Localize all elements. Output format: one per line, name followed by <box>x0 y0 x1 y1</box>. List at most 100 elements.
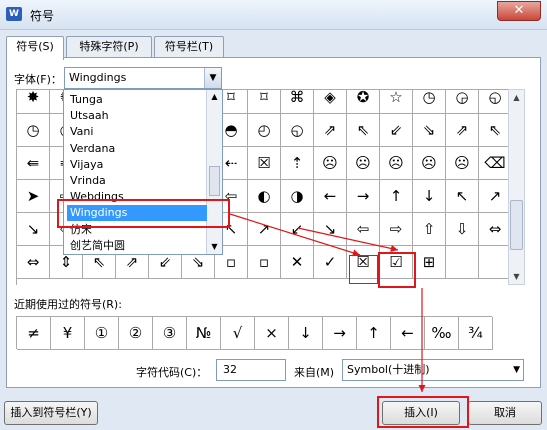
symbol-cell[interactable]: ↘ <box>314 213 347 246</box>
recent-symbol-cell[interactable]: ¾ <box>459 317 493 350</box>
symbol-grid-scrollbar[interactable]: ▲ ▼ <box>508 89 525 285</box>
recent-symbol-cell[interactable]: ③ <box>153 317 187 350</box>
symbol-cell[interactable]: ↑ <box>380 180 413 213</box>
symbol-cell[interactable]: ⇔ <box>17 246 50 279</box>
symbol-cell[interactable]: ↗ <box>479 180 508 213</box>
symbol-cell[interactable]: ⇗ <box>314 114 347 147</box>
symbol-cell[interactable]: ☹ <box>314 147 347 180</box>
symbol-cell[interactable]: ⇘ <box>413 114 446 147</box>
symbol-cell[interactable]: ◷ <box>17 114 50 147</box>
scrollbar-thumb[interactable] <box>510 200 523 250</box>
symbol-cell[interactable]: ↓ <box>413 180 446 213</box>
symbol-cell[interactable]: ✕ <box>281 246 314 279</box>
symbol-cell[interactable]: ☹ <box>446 147 479 180</box>
symbol-cell[interactable]: ◑ <box>281 180 314 213</box>
symbol-cell[interactable]: ⌑ <box>248 90 281 114</box>
scroll-down-arrow-icon[interactable]: ▼ <box>207 240 222 254</box>
close-icon[interactable]: ✕ <box>497 1 541 21</box>
symbol-cell[interactable]: ⌫ <box>479 147 508 180</box>
recent-symbol-cell[interactable]: √ <box>221 317 255 350</box>
font-list-item[interactable]: Vrinda <box>67 173 207 189</box>
tab-special-chars[interactable]: 特殊字符(P) <box>66 36 152 58</box>
symbol-cell[interactable]: ◵ <box>281 114 314 147</box>
symbol-cell[interactable]: ◐ <box>248 180 281 213</box>
symbol-cell[interactable]: ◴ <box>248 114 281 147</box>
symbol-cell[interactable]: ↗ <box>248 213 281 246</box>
font-list-item[interactable]: Tunga <box>67 92 207 108</box>
recent-symbol-cell[interactable]: × <box>255 317 289 350</box>
font-list-item[interactable]: Utsaah <box>67 108 207 124</box>
recent-symbol-cell[interactable]: ↓ <box>289 317 323 350</box>
font-select[interactable]: Wingdings ▼ <box>64 67 222 89</box>
chevron-down-icon[interactable]: ▼ <box>513 360 520 380</box>
font-label: 字体(F)： <box>14 73 62 86</box>
symbol-cell[interactable]: ◶ <box>446 90 479 114</box>
symbol-cell[interactable]: ⇖ <box>479 114 508 147</box>
symbol-cell[interactable]: ✸ <box>17 90 50 114</box>
symbol-cell[interactable]: ◈ <box>314 90 347 114</box>
symbol-cell[interactable]: ↘ <box>17 213 50 246</box>
symbol-cell[interactable]: ⇦ <box>347 213 380 246</box>
symbol-cell[interactable]: ⇡ <box>281 147 314 180</box>
symbol-cell[interactable]: ▫ <box>248 246 281 279</box>
symbol-cell[interactable]: ☹ <box>413 147 446 180</box>
symbol-cell[interactable]: ◷ <box>413 90 446 114</box>
symbol-cell[interactable]: ☹ <box>347 147 380 180</box>
cancel-button[interactable]: 取消 <box>468 401 542 425</box>
font-list-item[interactable]: 创艺简中圆 <box>67 238 207 254</box>
from-select-value: Symbol(十进制) <box>347 363 430 376</box>
font-list-item[interactable]: Vani <box>67 124 207 140</box>
symbol-cell[interactable]: ☒ <box>248 147 281 180</box>
tab-symbols[interactable]: 符号(S) <box>6 36 64 60</box>
symbol-cell[interactable]: ⇙ <box>380 114 413 147</box>
recent-symbol-cell[interactable]: → <box>323 317 357 350</box>
font-dropdown-list[interactable]: ▲ ▼ Tunga Utsaah Vani Verdana Vijaya Vrinda We… <box>63 89 223 255</box>
symbol-cell[interactable]: ✓ <box>314 246 347 279</box>
char-code-input[interactable]: 32 <box>216 359 286 381</box>
symbol-cell[interactable]: ➤ <box>17 180 50 213</box>
symbol-cell[interactable]: ↖ <box>446 180 479 213</box>
symbol-cell[interactable]: ⌘ <box>281 90 314 114</box>
recent-symbols-row[interactable]: ≠ ¥ ① ② ③ № √ × ↓ → ↑ ← ‰ ¾ <box>16 316 493 350</box>
recent-symbols-label: 近期使用过的符号(R): <box>14 298 122 311</box>
symbol-cell[interactable]: ← <box>314 180 347 213</box>
from-select[interactable]: Symbol(十进制) ▼ <box>342 359 524 381</box>
symbol-cell[interactable]: ⇩ <box>446 213 479 246</box>
symbol-cell[interactable]: ☹ <box>380 147 413 180</box>
tab-symbol-bar[interactable]: 符号栏(T) <box>154 36 224 58</box>
recent-symbol-cell[interactable]: ② <box>119 317 153 350</box>
recent-symbol-cell[interactable]: ¥ <box>51 317 85 350</box>
recent-symbol-cell[interactable]: ← <box>391 317 425 350</box>
symbol-cell[interactable]: ⇨ <box>380 213 413 246</box>
scroll-up-arrow-icon[interactable]: ▲ <box>509 90 524 105</box>
checkbox-symbol-highlight <box>349 255 378 284</box>
symbol-cell[interactable]: → <box>347 180 380 213</box>
symbol-cell[interactable]: ✪ <box>347 90 380 114</box>
scroll-down-arrow-icon[interactable]: ▼ <box>509 269 524 284</box>
insert-to-symbol-bar-button[interactable]: 插入到符号栏(Y) <box>4 401 98 425</box>
font-list-item[interactable]: Verdana <box>67 141 207 157</box>
recent-symbol-cell[interactable]: ‰ <box>425 317 459 350</box>
recent-symbol-cell[interactable]: ≠ <box>17 317 51 350</box>
symbol-cell[interactable]: ⇖ <box>347 114 380 147</box>
recent-symbol-cell[interactable]: № <box>187 317 221 350</box>
symbol-cell[interactable]: ⇔ <box>479 213 508 246</box>
symbol-cell[interactable]: ⇧ <box>413 213 446 246</box>
scroll-up-arrow-icon[interactable]: ▲ <box>207 90 222 104</box>
recent-symbol-cell[interactable]: ① <box>85 317 119 350</box>
symbol-cell[interactable]: ☆ <box>380 90 413 114</box>
symbol-cell[interactable] <box>446 246 479 279</box>
wps-app-icon: W <box>6 7 22 21</box>
scrollbar-thumb[interactable] <box>209 166 220 196</box>
symbol-cell[interactable] <box>479 246 508 279</box>
font-list-item[interactable]: Vijaya <box>67 157 207 173</box>
window-title: 符号 <box>30 9 55 23</box>
symbol-cell[interactable]: ⊞ <box>413 246 446 279</box>
font-list-scrollbar[interactable]: ▲ ▼ <box>206 90 222 254</box>
symbol-cell[interactable]: ↙ <box>281 213 314 246</box>
recent-symbol-cell[interactable]: ↑ <box>357 317 391 350</box>
chevron-down-icon[interactable]: ▼ <box>204 68 221 88</box>
symbol-cell[interactable]: ⇚ <box>17 147 50 180</box>
symbol-cell[interactable]: ◵ <box>479 90 508 114</box>
symbol-cell[interactable]: ⇗ <box>446 114 479 147</box>
